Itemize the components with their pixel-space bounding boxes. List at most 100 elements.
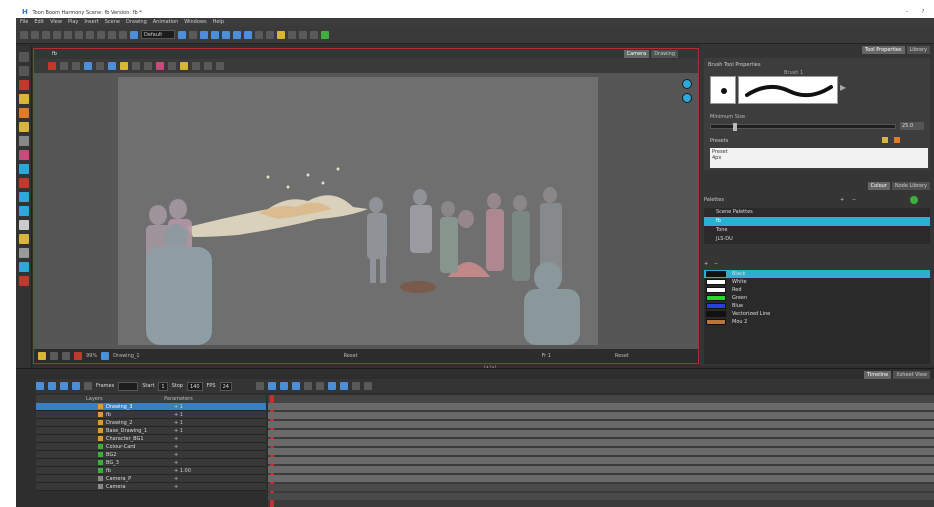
copy-icon[interactable]	[108, 30, 116, 39]
dropper-tool-icon[interactable]	[19, 164, 29, 174]
palette-add-icon[interactable]: +	[840, 194, 844, 206]
scene-stage[interactable]	[118, 77, 598, 345]
sound-icon[interactable]	[72, 382, 80, 390]
colour-swatch[interactable]	[706, 287, 726, 293]
save-as-icon[interactable]	[53, 30, 61, 39]
tab-library[interactable]: Library	[906, 46, 930, 54]
layer-param[interactable]: +	[174, 459, 178, 467]
cut-icon[interactable]	[97, 30, 105, 39]
menu-insert[interactable]: Insert	[84, 18, 98, 26]
layer-name[interactable]: Drawing_2	[106, 419, 166, 427]
status-mode[interactable]: Reset	[344, 349, 358, 363]
help-button[interactable]: ?	[918, 6, 928, 18]
eraser-icon[interactable]	[244, 30, 252, 39]
play-icon[interactable]	[178, 30, 186, 39]
palette-list[interactable]: Scene Palettes fb Tone JLS-DU	[704, 208, 930, 244]
colour-row[interactable]: Red	[704, 286, 930, 294]
frame-row[interactable]	[268, 403, 934, 410]
status-camera-icon[interactable]	[62, 352, 70, 360]
paste-icon[interactable]	[119, 30, 127, 39]
layer-name[interactable]: fb	[106, 411, 166, 419]
redo-icon[interactable]	[86, 30, 94, 39]
keyframe-icon[interactable]	[267, 382, 276, 390]
fill-mode-icon[interactable]	[156, 62, 164, 70]
tab-drawing[interactable]: Drawing	[651, 50, 678, 58]
layer-list[interactable]: Drawing_3 + 1 fb + 1 Drawing_2 + 1 Base_Drawin…	[36, 403, 266, 507]
tab-tool-properties[interactable]: Tool Properties	[861, 46, 905, 54]
frame-row[interactable]	[268, 466, 934, 473]
colour-swatch[interactable]	[706, 319, 726, 325]
undo-icon[interactable]	[75, 30, 83, 39]
preset-list[interactable]: Preset 4px	[710, 148, 928, 168]
loop-icon[interactable]	[84, 382, 92, 390]
stop-field[interactable]: 140	[186, 381, 203, 391]
frame-row[interactable]	[268, 439, 934, 446]
brush-tool-icon[interactable]	[19, 80, 29, 90]
colour-swatch[interactable]	[706, 279, 726, 285]
select-mode-icon[interactable]	[132, 62, 140, 70]
frame-row[interactable]	[268, 493, 934, 500]
layer-name[interactable]: Base_Drawing_1	[106, 427, 166, 435]
brush-preview[interactable]: ▸	[710, 76, 846, 104]
frame-row[interactable]	[268, 421, 934, 428]
frame-row[interactable]	[268, 448, 934, 455]
select-icon[interactable]	[255, 30, 263, 39]
key-icon[interactable]	[255, 382, 264, 390]
light-bulb-icon[interactable]	[180, 62, 188, 70]
menu-windows[interactable]: Windows	[184, 18, 206, 26]
motion-icon[interactable]	[279, 382, 288, 390]
extra-tool-3-icon[interactable]	[216, 62, 224, 70]
contour-tool-icon[interactable]	[19, 66, 29, 76]
color-add-icon[interactable]: +	[704, 261, 708, 267]
rotate-tool-icon[interactable]	[19, 220, 29, 230]
pencil-tool-icon[interactable]	[19, 94, 29, 104]
eraser-tool-icon[interactable]	[19, 108, 29, 118]
camera-rotate-icon[interactable]	[682, 93, 692, 103]
layer-param[interactable]: +	[174, 443, 178, 451]
status-record-icon[interactable]	[74, 352, 82, 360]
tab-timeline[interactable]: Timeline	[863, 371, 892, 379]
layer-param[interactable]: +	[174, 483, 178, 491]
shape-tool-icon[interactable]	[19, 150, 29, 160]
workspace-preset-select[interactable]: Default	[141, 30, 175, 39]
preset-delete-icon[interactable]	[894, 137, 900, 143]
light-table-icon[interactable]	[211, 30, 219, 39]
layer-name[interactable]: BG2	[106, 451, 166, 459]
color-remove-icon[interactable]: −	[714, 261, 718, 267]
extra-tool-1-icon[interactable]	[192, 62, 200, 70]
prev-frame-icon[interactable]	[48, 382, 56, 390]
frame-ruler[interactable]	[268, 395, 934, 403]
layer-param[interactable]: + 1.00	[174, 467, 191, 475]
stop-icon[interactable]	[189, 30, 197, 39]
menu-drawing[interactable]: Drawing	[126, 18, 147, 26]
line-mode-icon[interactable]	[168, 62, 176, 70]
plant-icon[interactable]	[321, 30, 329, 39]
brush-stroke-preview[interactable]	[738, 76, 838, 104]
play-timeline-icon[interactable]	[60, 382, 68, 390]
onion-icon[interactable]	[327, 382, 336, 390]
pencil-icon[interactable]	[233, 30, 241, 39]
frame-row[interactable]	[268, 484, 934, 491]
palette-color-icon[interactable]	[910, 196, 918, 204]
colour-row[interactable]: Blue	[704, 302, 930, 310]
menu-play[interactable]: Play	[68, 18, 78, 26]
layer-name[interactable]: BG_3	[106, 459, 166, 467]
status-light-icon[interactable]	[38, 352, 46, 360]
extend-icon[interactable]	[303, 382, 312, 390]
layer-name[interactable]: Camera_P	[106, 475, 166, 483]
colour-swatch-list[interactable]: Black White Red Green Blue Vectorized Line Mou…	[704, 270, 930, 364]
frame-row[interactable]	[268, 457, 934, 464]
frame-row[interactable]	[268, 412, 934, 419]
colour-row[interactable]: Black	[704, 270, 930, 278]
layer-name[interactable]: Camera	[106, 483, 166, 491]
size-slider[interactable]	[710, 123, 896, 131]
new-scene-icon[interactable]	[20, 30, 28, 39]
frame-grid[interactable]	[268, 395, 934, 507]
drawing-canvas[interactable]	[34, 73, 698, 349]
zoom-in-icon[interactable]	[351, 382, 360, 390]
reduce-icon[interactable]	[315, 382, 324, 390]
brush-expand-icon[interactable]: ▸	[840, 80, 846, 94]
spline-tool-icon[interactable]	[19, 248, 29, 258]
colour-swatch[interactable]	[706, 303, 726, 309]
pen-mode-icon[interactable]	[144, 62, 152, 70]
